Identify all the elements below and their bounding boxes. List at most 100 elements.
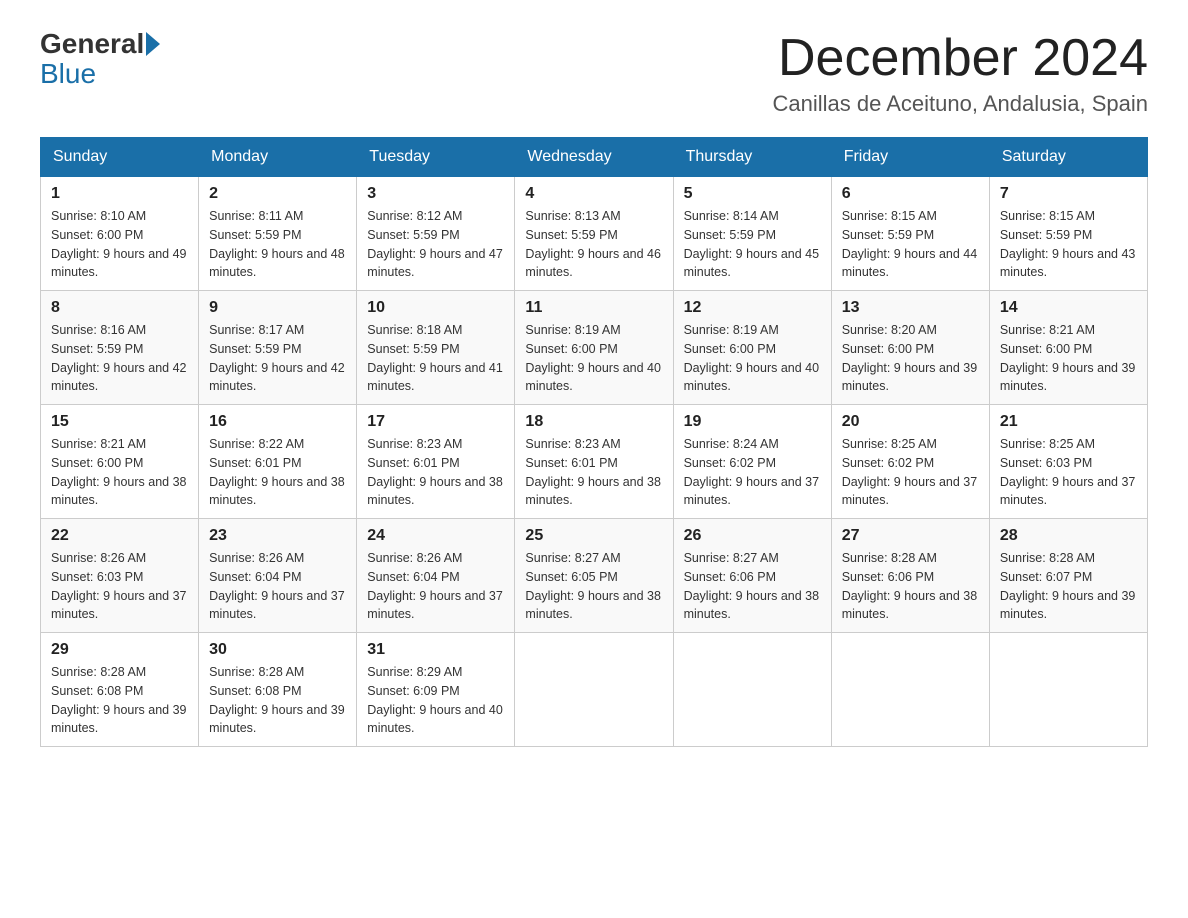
day-info: Sunrise: 8:25 AMSunset: 6:02 PMDaylight:… [842,437,978,507]
day-number: 13 [842,299,979,317]
day-number: 2 [209,185,346,203]
day-number: 12 [684,299,821,317]
day-info: Sunrise: 8:18 AMSunset: 5:59 PMDaylight:… [367,323,503,393]
calendar-cell: 18 Sunrise: 8:23 AMSunset: 6:01 PMDaylig… [515,405,673,519]
day-info: Sunrise: 8:19 AMSunset: 6:00 PMDaylight:… [525,323,661,393]
day-number: 22 [51,527,188,545]
calendar-cell: 21 Sunrise: 8:25 AMSunset: 6:03 PMDaylig… [989,405,1147,519]
day-info: Sunrise: 8:26 AMSunset: 6:03 PMDaylight:… [51,551,187,621]
calendar-cell [989,633,1147,747]
day-info: Sunrise: 8:12 AMSunset: 5:59 PMDaylight:… [367,209,503,279]
calendar-cell [831,633,989,747]
calendar-cell: 1 Sunrise: 8:10 AMSunset: 6:00 PMDayligh… [41,177,199,291]
day-number: 28 [1000,527,1137,545]
calendar-cell: 15 Sunrise: 8:21 AMSunset: 6:00 PMDaylig… [41,405,199,519]
day-info: Sunrise: 8:27 AMSunset: 6:06 PMDaylight:… [684,551,820,621]
calendar-cell: 8 Sunrise: 8:16 AMSunset: 5:59 PMDayligh… [41,291,199,405]
calendar-cell: 3 Sunrise: 8:12 AMSunset: 5:59 PMDayligh… [357,177,515,291]
day-number: 25 [525,527,662,545]
day-number: 11 [525,299,662,317]
day-info: Sunrise: 8:20 AMSunset: 6:00 PMDaylight:… [842,323,978,393]
header-wednesday: Wednesday [515,138,673,177]
calendar-cell: 10 Sunrise: 8:18 AMSunset: 5:59 PMDaylig… [357,291,515,405]
header-friday: Friday [831,138,989,177]
calendar-cell: 19 Sunrise: 8:24 AMSunset: 6:02 PMDaylig… [673,405,831,519]
day-number: 3 [367,185,504,203]
day-number: 21 [1000,413,1137,431]
calendar-cell: 13 Sunrise: 8:20 AMSunset: 6:00 PMDaylig… [831,291,989,405]
calendar-cell: 2 Sunrise: 8:11 AMSunset: 5:59 PMDayligh… [199,177,357,291]
day-number: 16 [209,413,346,431]
calendar-cell: 17 Sunrise: 8:23 AMSunset: 6:01 PMDaylig… [357,405,515,519]
day-info: Sunrise: 8:21 AMSunset: 6:00 PMDaylight:… [51,437,187,507]
calendar-cell: 16 Sunrise: 8:22 AMSunset: 6:01 PMDaylig… [199,405,357,519]
calendar-cell: 24 Sunrise: 8:26 AMSunset: 6:04 PMDaylig… [357,519,515,633]
calendar-cell: 23 Sunrise: 8:26 AMSunset: 6:04 PMDaylig… [199,519,357,633]
calendar-cell: 28 Sunrise: 8:28 AMSunset: 6:07 PMDaylig… [989,519,1147,633]
calendar-table: SundayMondayTuesdayWednesdayThursdayFrid… [40,137,1148,747]
calendar-cell: 29 Sunrise: 8:28 AMSunset: 6:08 PMDaylig… [41,633,199,747]
day-info: Sunrise: 8:28 AMSunset: 6:06 PMDaylight:… [842,551,978,621]
day-number: 23 [209,527,346,545]
day-number: 26 [684,527,821,545]
day-info: Sunrise: 8:17 AMSunset: 5:59 PMDaylight:… [209,323,345,393]
day-number: 17 [367,413,504,431]
day-info: Sunrise: 8:24 AMSunset: 6:02 PMDaylight:… [684,437,820,507]
day-number: 15 [51,413,188,431]
calendar-cell: 26 Sunrise: 8:27 AMSunset: 6:06 PMDaylig… [673,519,831,633]
day-number: 7 [1000,185,1137,203]
day-info: Sunrise: 8:23 AMSunset: 6:01 PMDaylight:… [525,437,661,507]
day-info: Sunrise: 8:25 AMSunset: 6:03 PMDaylight:… [1000,437,1136,507]
header-thursday: Thursday [673,138,831,177]
calendar-cell: 11 Sunrise: 8:19 AMSunset: 6:00 PMDaylig… [515,291,673,405]
calendar-cell: 7 Sunrise: 8:15 AMSunset: 5:59 PMDayligh… [989,177,1147,291]
calendar-cell [515,633,673,747]
day-info: Sunrise: 8:16 AMSunset: 5:59 PMDaylight:… [51,323,187,393]
day-info: Sunrise: 8:21 AMSunset: 6:00 PMDaylight:… [1000,323,1136,393]
day-info: Sunrise: 8:19 AMSunset: 6:00 PMDaylight:… [684,323,820,393]
header-monday: Monday [199,138,357,177]
day-number: 30 [209,641,346,659]
title-area: December 2024 Canillas de Aceituno, Anda… [773,30,1148,117]
day-info: Sunrise: 8:11 AMSunset: 5:59 PMDaylight:… [209,209,345,279]
calendar-cell: 6 Sunrise: 8:15 AMSunset: 5:59 PMDayligh… [831,177,989,291]
day-number: 18 [525,413,662,431]
day-number: 9 [209,299,346,317]
calendar-cell: 25 Sunrise: 8:27 AMSunset: 6:05 PMDaylig… [515,519,673,633]
day-info: Sunrise: 8:10 AMSunset: 6:00 PMDaylight:… [51,209,187,279]
day-number: 5 [684,185,821,203]
day-info: Sunrise: 8:26 AMSunset: 6:04 PMDaylight:… [209,551,345,621]
header-tuesday: Tuesday [357,138,515,177]
day-number: 10 [367,299,504,317]
day-info: Sunrise: 8:15 AMSunset: 5:59 PMDaylight:… [1000,209,1136,279]
day-number: 1 [51,185,188,203]
calendar-cell: 5 Sunrise: 8:14 AMSunset: 5:59 PMDayligh… [673,177,831,291]
calendar-cell: 27 Sunrise: 8:28 AMSunset: 6:06 PMDaylig… [831,519,989,633]
day-number: 31 [367,641,504,659]
day-number: 14 [1000,299,1137,317]
day-info: Sunrise: 8:28 AMSunset: 6:08 PMDaylight:… [209,665,345,735]
calendar-cell: 30 Sunrise: 8:28 AMSunset: 6:08 PMDaylig… [199,633,357,747]
calendar-cell: 12 Sunrise: 8:19 AMSunset: 6:00 PMDaylig… [673,291,831,405]
header: General Blue December 2024 Canillas de A… [40,30,1148,117]
day-info: Sunrise: 8:28 AMSunset: 6:08 PMDaylight:… [51,665,187,735]
day-number: 20 [842,413,979,431]
calendar-header-row: SundayMondayTuesdayWednesdayThursdayFrid… [41,138,1148,177]
calendar-week-row: 15 Sunrise: 8:21 AMSunset: 6:00 PMDaylig… [41,405,1148,519]
calendar-cell [673,633,831,747]
logo-arrow-icon [146,32,160,56]
calendar-cell: 4 Sunrise: 8:13 AMSunset: 5:59 PMDayligh… [515,177,673,291]
month-title: December 2024 [773,30,1148,87]
calendar-cell: 14 Sunrise: 8:21 AMSunset: 6:00 PMDaylig… [989,291,1147,405]
calendar-cell: 20 Sunrise: 8:25 AMSunset: 6:02 PMDaylig… [831,405,989,519]
logo: General Blue [40,30,162,90]
day-info: Sunrise: 8:22 AMSunset: 6:01 PMDaylight:… [209,437,345,507]
header-sunday: Sunday [41,138,199,177]
day-number: 27 [842,527,979,545]
logo-blue-text: Blue [40,58,96,90]
day-number: 8 [51,299,188,317]
calendar-cell: 22 Sunrise: 8:26 AMSunset: 6:03 PMDaylig… [41,519,199,633]
day-number: 29 [51,641,188,659]
day-info: Sunrise: 8:29 AMSunset: 6:09 PMDaylight:… [367,665,503,735]
day-info: Sunrise: 8:15 AMSunset: 5:59 PMDaylight:… [842,209,978,279]
